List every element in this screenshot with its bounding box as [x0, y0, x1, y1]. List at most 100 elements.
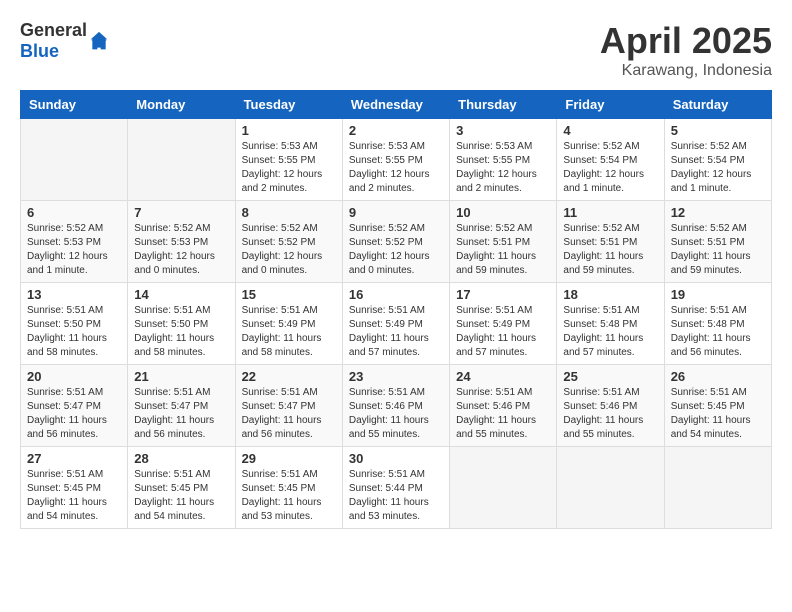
- day-number: 5: [671, 123, 765, 138]
- calendar-week-row: 1 Sunrise: 5:53 AM Sunset: 5:55 PM Daylig…: [21, 119, 772, 201]
- calendar-day-cell: 20 Sunrise: 5:51 AM Sunset: 5:47 PM Dayli…: [21, 365, 128, 447]
- calendar-day-cell: 29 Sunrise: 5:51 AM Sunset: 5:45 PM Dayli…: [235, 447, 342, 529]
- weekday-header-tuesday: Tuesday: [235, 91, 342, 119]
- logo-text: General Blue: [20, 20, 87, 62]
- month-title: April 2025: [600, 20, 772, 62]
- calendar-day-cell: 24 Sunrise: 5:51 AM Sunset: 5:46 PM Dayli…: [450, 365, 557, 447]
- day-info: Sunrise: 5:51 AM Sunset: 5:50 PM Dayligh…: [134, 304, 228, 360]
- day-number: 30: [349, 451, 443, 466]
- day-number: 20: [27, 369, 121, 384]
- calendar-day-cell: 6 Sunrise: 5:52 AM Sunset: 5:53 PM Daylig…: [21, 201, 128, 283]
- day-info: Sunrise: 5:52 AM Sunset: 5:51 PM Dayligh…: [456, 222, 550, 278]
- day-number: 8: [242, 205, 336, 220]
- calendar-day-cell: 2Sunrise: 5:53 AM Sunset: 5:55 PM Daylig…: [342, 119, 449, 201]
- day-info: Sunrise: 5:51 AM Sunset: 5:46 PM Dayligh…: [349, 386, 443, 442]
- day-number: 21: [134, 369, 228, 384]
- calendar-week-row: 13 Sunrise: 5:51 AM Sunset: 5:50 PM Dayli…: [21, 283, 772, 365]
- calendar-day-cell: [664, 447, 771, 529]
- day-number: 13: [27, 287, 121, 302]
- day-info: Sunrise: 5:52 AM Sunset: 5:51 PM Dayligh…: [671, 222, 765, 278]
- day-info: Sunrise: 5:53 AM Sunset: 5:55 PM Dayligh…: [349, 140, 443, 196]
- day-number: 4: [563, 123, 657, 138]
- day-info: Sunrise: 5:51 AM Sunset: 5:49 PM Dayligh…: [456, 304, 550, 360]
- calendar-day-cell: 26Sunrise: 5:51 AM Sunset: 5:45 PM Dayli…: [664, 365, 771, 447]
- calendar-day-cell: [557, 447, 664, 529]
- day-number: 29: [242, 451, 336, 466]
- day-info: Sunrise: 5:51 AM Sunset: 5:48 PM Dayligh…: [563, 304, 657, 360]
- day-info: Sunrise: 5:51 AM Sunset: 5:45 PM Dayligh…: [242, 468, 336, 524]
- day-number: 18: [563, 287, 657, 302]
- day-number: 3: [456, 123, 550, 138]
- calendar-day-cell: 12 Sunrise: 5:52 AM Sunset: 5:51 PM Dayli…: [664, 201, 771, 283]
- calendar-day-cell: 17 Sunrise: 5:51 AM Sunset: 5:49 PM Dayli…: [450, 283, 557, 365]
- day-info: Sunrise: 5:52 AM Sunset: 5:51 PM Dayligh…: [563, 222, 657, 278]
- calendar-day-cell: 16 Sunrise: 5:51 AM Sunset: 5:49 PM Dayli…: [342, 283, 449, 365]
- weekday-header-saturday: Saturday: [664, 91, 771, 119]
- day-info: Sunrise: 5:51 AM Sunset: 5:45 PM Dayligh…: [27, 468, 121, 524]
- day-number: 12: [671, 205, 765, 220]
- day-info: Sunrise: 5:51 AM Sunset: 5:50 PM Dayligh…: [27, 304, 121, 360]
- day-info: Sunrise: 5:51 AM Sunset: 5:47 PM Dayligh…: [242, 386, 336, 442]
- calendar-day-cell: [450, 447, 557, 529]
- calendar-day-cell: 1 Sunrise: 5:53 AM Sunset: 5:55 PM Daylig…: [235, 119, 342, 201]
- day-number: 22: [242, 369, 336, 384]
- logo-icon: [89, 31, 109, 51]
- day-info: Sunrise: 5:51 AM Sunset: 5:47 PM Dayligh…: [134, 386, 228, 442]
- day-number: 10: [456, 205, 550, 220]
- calendar-table: SundayMondayTuesdayWednesdayThursdayFrid…: [20, 90, 772, 529]
- calendar-day-cell: [21, 119, 128, 201]
- calendar-day-cell: 4 Sunrise: 5:52 AM Sunset: 5:54 PM Daylig…: [557, 119, 664, 201]
- day-number: 28: [134, 451, 228, 466]
- calendar-week-row: 20 Sunrise: 5:51 AM Sunset: 5:47 PM Dayli…: [21, 365, 772, 447]
- location-title: Karawang, Indonesia: [600, 62, 772, 80]
- day-info: Sunrise: 5:51 AM Sunset: 5:49 PM Dayligh…: [349, 304, 443, 360]
- weekday-header-row: SundayMondayTuesdayWednesdayThursdayFrid…: [21, 91, 772, 119]
- day-number: 19: [671, 287, 765, 302]
- day-info: Sunrise: 5:51 AM Sunset: 5:45 PM Dayligh…: [134, 468, 228, 524]
- page-header: General Blue April 2025 Karawang, Indone…: [20, 20, 772, 80]
- day-number: 7: [134, 205, 228, 220]
- day-info: Sunrise: 5:52 AM Sunset: 5:54 PM Dayligh…: [671, 140, 765, 196]
- day-info: Sunrise: 5:52 AM Sunset: 5:53 PM Dayligh…: [134, 222, 228, 278]
- day-number: 24: [456, 369, 550, 384]
- day-info: Sunrise: 5:52 AM Sunset: 5:54 PM Dayligh…: [563, 140, 657, 196]
- calendar-day-cell: 9Sunrise: 5:52 AM Sunset: 5:52 PM Daylig…: [342, 201, 449, 283]
- day-info: Sunrise: 5:51 AM Sunset: 5:46 PM Dayligh…: [456, 386, 550, 442]
- calendar-day-cell: 22 Sunrise: 5:51 AM Sunset: 5:47 PM Dayli…: [235, 365, 342, 447]
- calendar-day-cell: 5 Sunrise: 5:52 AM Sunset: 5:54 PM Daylig…: [664, 119, 771, 201]
- day-number: 23: [349, 369, 443, 384]
- day-info: Sunrise: 5:52 AM Sunset: 5:52 PM Dayligh…: [349, 222, 443, 278]
- day-info: Sunrise: 5:53 AM Sunset: 5:55 PM Dayligh…: [242, 140, 336, 196]
- weekday-header-monday: Monday: [128, 91, 235, 119]
- calendar-day-cell: 7 Sunrise: 5:52 AM Sunset: 5:53 PM Daylig…: [128, 201, 235, 283]
- day-number: 14: [134, 287, 228, 302]
- day-number: 17: [456, 287, 550, 302]
- calendar-day-cell: 13 Sunrise: 5:51 AM Sunset: 5:50 PM Dayli…: [21, 283, 128, 365]
- day-number: 1: [242, 123, 336, 138]
- weekday-header-thursday: Thursday: [450, 91, 557, 119]
- day-number: 6: [27, 205, 121, 220]
- calendar-day-cell: [128, 119, 235, 201]
- day-number: 16: [349, 287, 443, 302]
- calendar-week-row: 27Sunrise: 5:51 AM Sunset: 5:45 PM Dayli…: [21, 447, 772, 529]
- day-info: Sunrise: 5:52 AM Sunset: 5:52 PM Dayligh…: [242, 222, 336, 278]
- day-number: 26: [671, 369, 765, 384]
- calendar-day-cell: 14 Sunrise: 5:51 AM Sunset: 5:50 PM Dayli…: [128, 283, 235, 365]
- day-info: Sunrise: 5:52 AM Sunset: 5:53 PM Dayligh…: [27, 222, 121, 278]
- calendar-day-cell: 25Sunrise: 5:51 AM Sunset: 5:46 PM Dayli…: [557, 365, 664, 447]
- day-info: Sunrise: 5:53 AM Sunset: 5:55 PM Dayligh…: [456, 140, 550, 196]
- weekday-header-sunday: Sunday: [21, 91, 128, 119]
- day-info: Sunrise: 5:51 AM Sunset: 5:48 PM Dayligh…: [671, 304, 765, 360]
- calendar-day-cell: 23 Sunrise: 5:51 AM Sunset: 5:46 PM Dayli…: [342, 365, 449, 447]
- logo: General Blue: [20, 20, 109, 62]
- day-info: Sunrise: 5:51 AM Sunset: 5:47 PM Dayligh…: [27, 386, 121, 442]
- weekday-header-wednesday: Wednesday: [342, 91, 449, 119]
- calendar-day-cell: 28 Sunrise: 5:51 AM Sunset: 5:45 PM Dayli…: [128, 447, 235, 529]
- calendar-day-cell: 18 Sunrise: 5:51 AM Sunset: 5:48 PM Dayli…: [557, 283, 664, 365]
- calendar-day-cell: 21 Sunrise: 5:51 AM Sunset: 5:47 PM Dayli…: [128, 365, 235, 447]
- weekday-header-friday: Friday: [557, 91, 664, 119]
- calendar-day-cell: 10 Sunrise: 5:52 AM Sunset: 5:51 PM Dayli…: [450, 201, 557, 283]
- day-info: Sunrise: 5:51 AM Sunset: 5:44 PM Dayligh…: [349, 468, 443, 524]
- calendar-day-cell: 11Sunrise: 5:52 AM Sunset: 5:51 PM Dayli…: [557, 201, 664, 283]
- title-area: April 2025 Karawang, Indonesia: [600, 20, 772, 80]
